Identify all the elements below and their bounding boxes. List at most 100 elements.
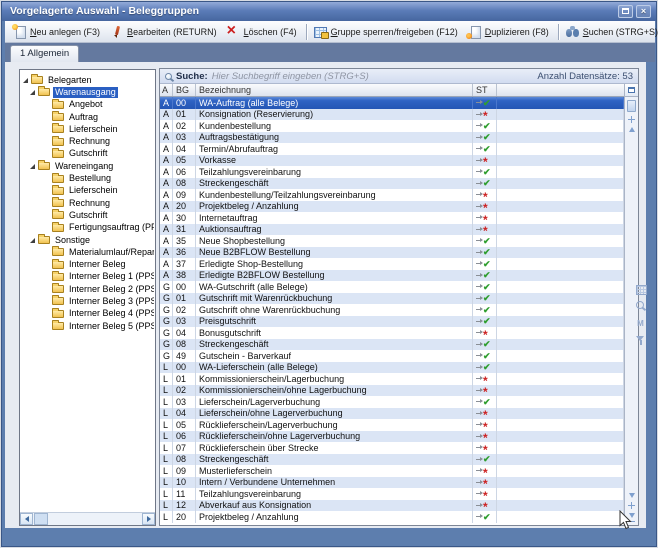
expander-icon[interactable] — [30, 238, 35, 243]
table-row[interactable]: A01Konsignation (Reservierung)* — [160, 109, 624, 121]
tree-horizontal-scrollbar[interactable] — [20, 512, 155, 525]
table-row[interactable]: G49Gutschein - Barverkauf✔ — [160, 350, 624, 362]
expander-icon[interactable] — [23, 78, 28, 83]
tree-item-rechnung[interactable]: Rechnung — [21, 197, 154, 209]
table-row[interactable]: L06Rücklieferschein/ohne Lagerverbuchung… — [160, 431, 624, 443]
tree-item-auftrag[interactable]: Auftrag — [21, 111, 154, 123]
restore-button[interactable] — [618, 5, 633, 18]
table-row[interactable]: L01Kommissionierschein/Lagerbuchung* — [160, 373, 624, 385]
scroll-plus-bottom-icon[interactable] — [628, 502, 635, 509]
expander-icon[interactable] — [30, 164, 35, 169]
table-row[interactable]: L20Projektbeleg / Anzahlung✔ — [160, 511, 624, 523]
tree-item-interner-beleg-4-pps[interactable]: Interner Beleg 4 (PPS) — [21, 308, 154, 320]
search-bar[interactable]: Suche: Hier Suchbegriff eingeben (STRG+S… — [160, 69, 638, 84]
search-input[interactable]: Hier Suchbegriff eingeben (STRG+S) — [212, 71, 534, 82]
tree-item-gutschrift[interactable]: Gutschrift — [21, 209, 154, 221]
tree-item-angebot[interactable]: Angebot — [21, 99, 154, 111]
table-row[interactable]: L08Streckengeschäft✔ — [160, 454, 624, 466]
scrollbar-track[interactable] — [48, 513, 142, 525]
table-row[interactable]: G04Bonusgutschrift* — [160, 327, 624, 339]
table-row[interactable]: A36Neue B2BFLOW Bestellung✔ — [160, 247, 624, 259]
toolbar-button-l-schen-f4[interactable]: Löschen (F4) — [223, 24, 303, 40]
title-bar[interactable]: Vorgelagerte Auswahl - Beleggruppen × — [2, 2, 656, 21]
tree-item-sonstige[interactable]: Sonstige — [21, 234, 154, 246]
table-row[interactable]: A02Kundenbestellung✔ — [160, 120, 624, 132]
table-row[interactable]: A37Erledigte Shop-Bestellung✔ — [160, 258, 624, 270]
table-row[interactable]: L10Intern / Verbundene Unternehmen* — [160, 477, 624, 489]
tree-item-materialumlauf-reparatur[interactable]: Materialumlauf/Reparatur — [21, 246, 154, 258]
table-row[interactable]: G03Preisgutschrift✔ — [160, 316, 624, 328]
column-header-bg[interactable]: BG — [173, 84, 196, 96]
scroll-plus-top-icon[interactable] — [628, 116, 635, 123]
table-row[interactable]: A35Neue Shopbestellung✔ — [160, 235, 624, 247]
tree-item-wareneingang[interactable]: Wareneingang — [21, 160, 154, 172]
filter-icon[interactable] — [635, 335, 646, 346]
table-row[interactable]: A31Auktionsauftrag* — [160, 224, 624, 236]
arrow-icon — [476, 424, 481, 425]
table-row[interactable]: A03Auftragsbestätigung✔ — [160, 132, 624, 144]
table-row[interactable]: G08Streckengeschäft✔ — [160, 339, 624, 351]
cell-beleggruppe: 06 — [173, 431, 196, 443]
cell-belegart: L — [160, 477, 173, 489]
toolbar-button-bearbeiten-return[interactable]: Bearbeiten (RETURN) — [106, 24, 223, 40]
scrollbar-thumb[interactable] — [627, 100, 636, 112]
tree-item-gutschrift[interactable]: Gutschrift — [21, 148, 154, 160]
tree-item-warenausgang[interactable]: Warenausgang — [21, 86, 154, 98]
table-row[interactable]: L02Kommissionierschein/ohne Lagerbuchung… — [160, 385, 624, 397]
table-row[interactable]: L04Lieferschein/ohne Lagerverbuchung* — [160, 408, 624, 420]
cell-beleggruppe: 01 — [173, 109, 196, 121]
tree-item-lieferschein[interactable]: Lieferschein — [21, 123, 154, 135]
table-row[interactable]: A06Teilzahlungsvereinbarung✔ — [160, 166, 624, 178]
bookmark-icon[interactable]: M — [635, 318, 646, 329]
scroll-down-icon[interactable] — [629, 493, 635, 498]
table-row[interactable]: A08Streckengeschäft✔ — [160, 178, 624, 190]
table-row[interactable]: G02Gutschrift ohne Warenrückbuchung✔ — [160, 304, 624, 316]
table-row[interactable]: L11Teilzahlungsvereinbarung* — [160, 488, 624, 500]
table-row[interactable]: A09Kundenbestellung/Teilzahlungsvereinba… — [160, 189, 624, 201]
grid-view-icon[interactable] — [635, 284, 646, 295]
tree-item-interner-beleg-1-pps[interactable]: Interner Beleg 1 (PPS) — [21, 271, 154, 283]
table-row[interactable]: L00WA-Lieferschein (alle Belege)✔ — [160, 362, 624, 374]
table-row[interactable]: L12Abverkauf aus Konsignation* — [160, 500, 624, 512]
table-row[interactable]: A38Erledigte B2BFLOW Bestellung✔ — [160, 270, 624, 282]
tree-item-bestellung[interactable]: Bestellung — [21, 172, 154, 184]
column-header-a[interactable]: A — [160, 84, 173, 96]
tree-item-interner-beleg[interactable]: Interner Beleg — [21, 258, 154, 270]
toolbar-button-gruppe-sperren-freigeben-f12[interactable]: Gruppe sperren/freigeben (F12) — [310, 24, 464, 40]
column-chooser-button[interactable] — [625, 84, 638, 97]
scroll-right-button[interactable] — [142, 513, 155, 525]
scroll-up-icon[interactable] — [629, 127, 635, 132]
table-row[interactable]: A05Vorkasse* — [160, 155, 624, 167]
cell-belegart: A — [160, 178, 173, 190]
close-button[interactable]: × — [636, 5, 651, 18]
table-row[interactable]: L09Musterlieferschein* — [160, 465, 624, 477]
toolbar-button-suchen-strg-s[interactable]: Suchen (STRG+S) — [562, 24, 658, 40]
tree-item-fertigungsauftrag-pps[interactable]: Fertigungsauftrag (PPS) — [21, 222, 154, 234]
table-row[interactable]: L03Lieferschein/Lagerverbuchung✔ — [160, 396, 624, 408]
tree-item-belegarten[interactable]: Belegarten — [21, 74, 154, 86]
horizontal-scrollbar-thumb[interactable] — [34, 513, 48, 525]
column-header-st[interactable]: ST — [473, 84, 497, 96]
table-row[interactable]: L05Rücklieferschein/Lagerverbuchung* — [160, 419, 624, 431]
scroll-left-button[interactable] — [20, 513, 33, 525]
toolbar-button-duplizieren-f8[interactable]: Duplizieren (F8) — [464, 24, 555, 40]
table-row[interactable]: A04Termin/Abrufauftrag✔ — [160, 143, 624, 155]
table-row[interactable]: A30Internetauftrag* — [160, 212, 624, 224]
tree-item-interner-beleg-3-pps[interactable]: Interner Beleg 3 (PPS) — [21, 295, 154, 307]
tree-item-interner-beleg-2-pps[interactable]: Interner Beleg 2 (PPS) — [21, 283, 154, 295]
table-row[interactable]: A20Projektbeleg / Anzahlung* — [160, 201, 624, 213]
tree-item-lieferschein[interactable]: Lieferschein — [21, 185, 154, 197]
table-row[interactable]: L07Rücklieferschein über Strecke* — [160, 442, 624, 454]
triangle-right-icon — [147, 516, 151, 522]
tree-item-interner-beleg-5-pps[interactable]: Interner Beleg 5 (PPS) — [21, 320, 154, 332]
table-row[interactable]: G00WA-Gutschrift (alle Belege)✔ — [160, 281, 624, 293]
table-row[interactable]: A00WA-Auftrag (alle Belege)✔ — [160, 97, 624, 109]
tab-allgemein[interactable]: 1 Allgemein — [10, 45, 79, 62]
expander-icon[interactable] — [30, 90, 35, 95]
zoom-icon[interactable] — [635, 301, 646, 312]
table-row[interactable]: G01Gutschrift mit Warenrückbuchung✔ — [160, 293, 624, 305]
cell-beleggruppe: 05 — [173, 155, 196, 167]
column-header-bezeichnung[interactable]: Bezeichnung — [196, 84, 473, 96]
tree-item-rechnung[interactable]: Rechnung — [21, 135, 154, 147]
toolbar-button-neu-anlegen-f3[interactable]: Neu anlegen (F3) — [9, 24, 106, 40]
